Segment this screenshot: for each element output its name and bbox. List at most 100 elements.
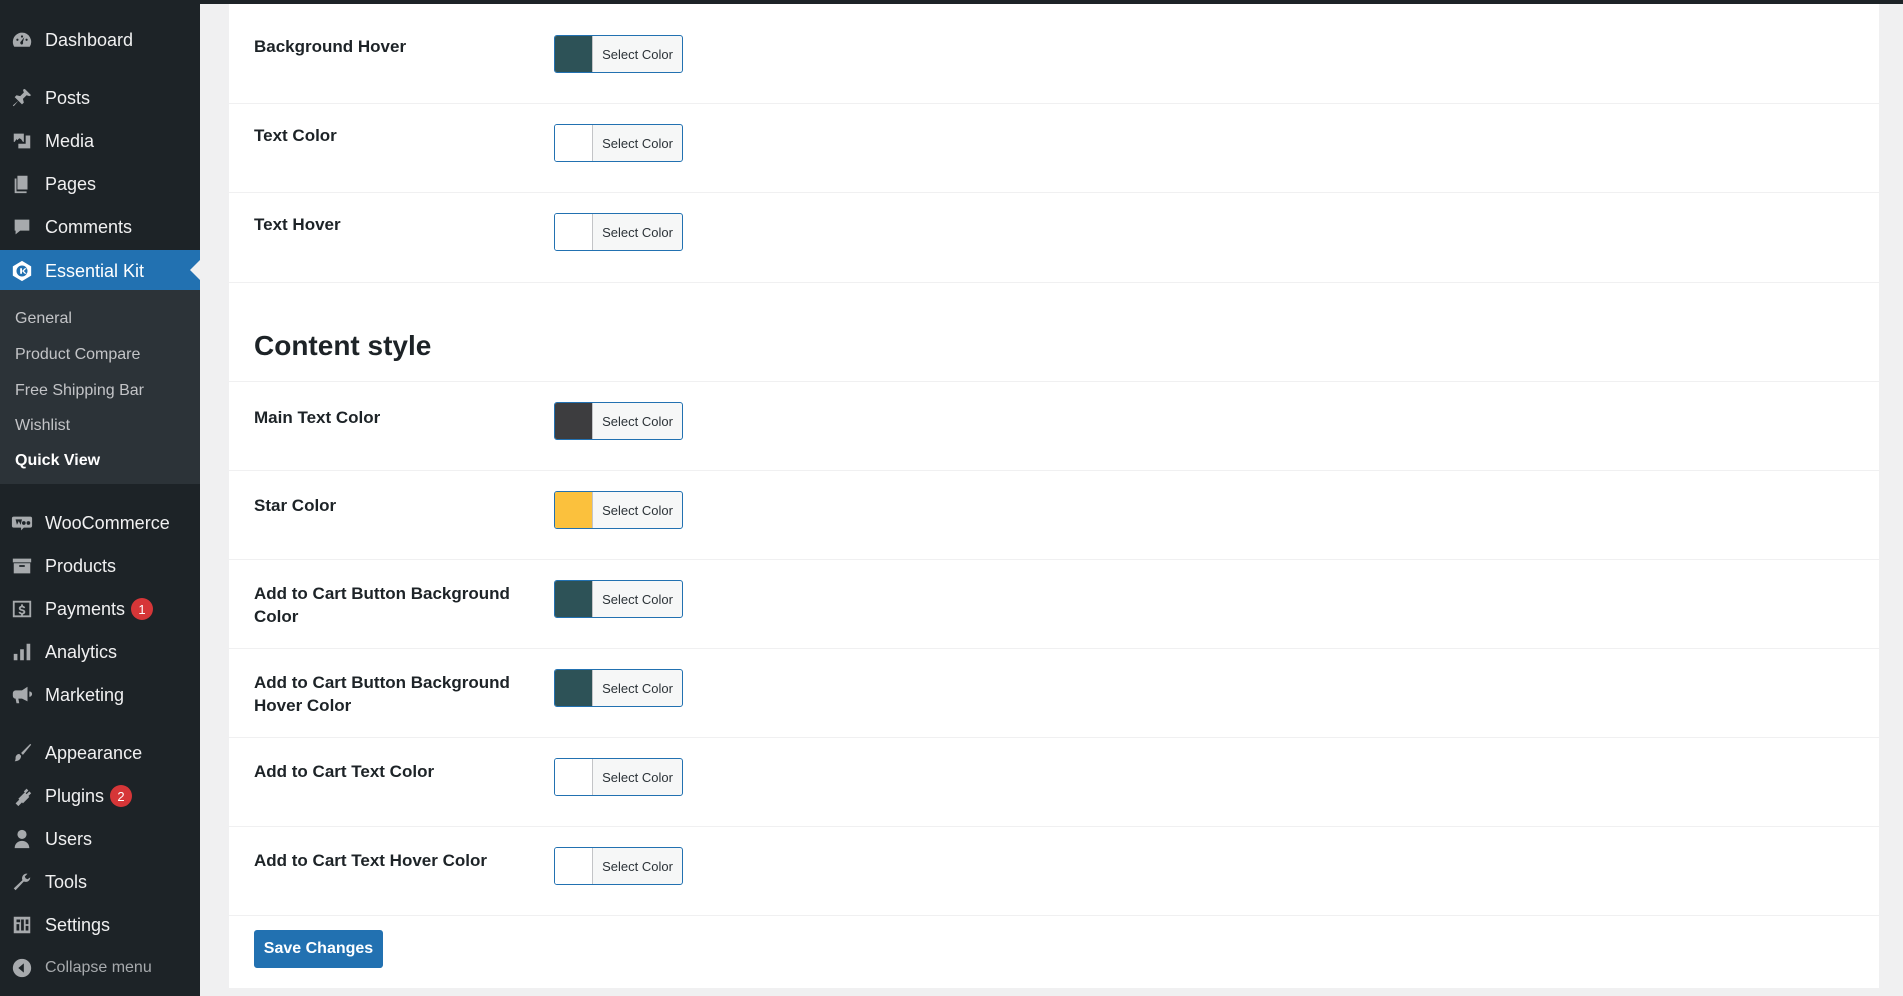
select-color-label: Select Color bbox=[602, 591, 673, 607]
star-color-picker[interactable]: Select Color bbox=[554, 491, 683, 529]
setting-row: Add to Cart Text Hover Color Select Colo… bbox=[229, 827, 1879, 916]
menu-plugins[interactable]: Plugins 2 bbox=[0, 776, 200, 816]
menu-appearance[interactable]: Appearance bbox=[0, 733, 200, 773]
bar-chart-icon bbox=[10, 640, 34, 664]
select-color-label: Select Color bbox=[602, 858, 673, 874]
submenu-general[interactable]: General bbox=[15, 310, 72, 328]
menu-tools[interactable]: Tools bbox=[0, 862, 200, 902]
payments-count-badge: 1 bbox=[131, 598, 154, 620]
menu-label: Posts bbox=[45, 87, 91, 108]
menu-media[interactable]: Media bbox=[0, 121, 200, 161]
menu-analytics[interactable]: Analytics bbox=[0, 632, 200, 672]
menu-products[interactable]: Products bbox=[0, 546, 200, 586]
background-hover-color-picker[interactable]: Select Color bbox=[554, 35, 683, 73]
add-to-cart-bg-color-picker[interactable]: Select Color bbox=[554, 580, 683, 618]
select-color-label: Select Color bbox=[602, 46, 673, 62]
main-text-color-picker[interactable]: Select Color bbox=[554, 402, 683, 440]
color-swatch bbox=[555, 670, 593, 706]
woo-icon bbox=[10, 511, 34, 535]
menu-label: Analytics bbox=[45, 641, 118, 662]
color-swatch bbox=[555, 848, 593, 884]
essential-kit-icon bbox=[10, 259, 34, 283]
menu-label: Plugins bbox=[45, 785, 105, 806]
settings-icon bbox=[10, 913, 34, 937]
setting-row: Add to Cart Button Background Hover Colo… bbox=[229, 649, 1879, 738]
menu-label: Marketing bbox=[45, 684, 125, 705]
collapse-arrow-icon bbox=[10, 956, 34, 980]
menu-settings[interactable]: Settings bbox=[0, 905, 200, 945]
menu-dashboard[interactable]: Dashboard bbox=[0, 20, 200, 60]
setting-label: Add to Cart Button Background Hover Colo… bbox=[254, 673, 510, 715]
setting-row: Add to Cart Text Color Select Color bbox=[229, 738, 1879, 827]
menu-woocommerce[interactable]: WooCommerce bbox=[0, 503, 200, 543]
pin-icon bbox=[10, 86, 34, 110]
menu-label: Products bbox=[45, 555, 117, 576]
quick-view-settings-panel: Background Hover Select Color Text Color… bbox=[229, 4, 1879, 988]
setting-label: Background Hover bbox=[254, 37, 407, 56]
color-swatch bbox=[555, 214, 593, 250]
submenu-free-shipping-bar[interactable]: Free Shipping Bar bbox=[15, 382, 144, 400]
setting-row: Star Color Select Color bbox=[229, 471, 1879, 560]
plug-icon bbox=[10, 784, 34, 808]
select-color-label: Select Color bbox=[602, 224, 673, 240]
collapse-menu-button[interactable]: Collapse menu bbox=[0, 948, 200, 988]
menu-label: Tools bbox=[45, 871, 88, 892]
menu-label: Dashboard bbox=[45, 29, 134, 50]
add-to-cart-text-hover-color-picker[interactable]: Select Color bbox=[554, 847, 683, 885]
text-hover-color-picker[interactable]: Select Color bbox=[554, 213, 683, 251]
submenu-wishlist[interactable]: Wishlist bbox=[15, 417, 70, 435]
setting-row: Text Hover Select Color bbox=[229, 193, 1879, 283]
setting-label: Text Hover bbox=[254, 215, 341, 234]
admin-sidebar: Dashboard Posts Media Pages Comments Ess… bbox=[0, 0, 200, 996]
menu-label: Settings bbox=[45, 914, 111, 935]
menu-label: Media bbox=[45, 130, 95, 151]
menu-essential-kit[interactable]: Essential Kit bbox=[0, 250, 200, 292]
color-swatch bbox=[555, 125, 593, 161]
menu-posts[interactable]: Posts bbox=[0, 78, 200, 118]
text-color-picker[interactable]: Select Color bbox=[554, 124, 683, 162]
color-swatch bbox=[555, 759, 593, 795]
section-header-row: Content style bbox=[229, 283, 1879, 382]
setting-row: Background Hover Select Color bbox=[229, 4, 1879, 104]
setting-row: Main Text Color Select Color bbox=[229, 382, 1879, 471]
dollar-icon bbox=[10, 597, 34, 621]
select-color-label: Select Color bbox=[602, 413, 673, 429]
select-color-label: Select Color bbox=[602, 769, 673, 785]
menu-payments[interactable]: Payments 1 bbox=[0, 589, 200, 629]
menu-comments[interactable]: Comments bbox=[0, 207, 200, 247]
setting-label: Star Color bbox=[254, 496, 337, 515]
select-color-label: Select Color bbox=[602, 502, 673, 518]
color-swatch bbox=[555, 581, 593, 617]
setting-label: Add to Cart Button Background Color bbox=[254, 584, 510, 626]
add-to-cart-bg-hover-color-picker[interactable]: Select Color bbox=[554, 669, 683, 707]
menu-label: Comments bbox=[45, 216, 133, 237]
dashboard-icon bbox=[10, 28, 34, 52]
plugins-count-badge: 2 bbox=[110, 785, 133, 807]
menu-users[interactable]: Users bbox=[0, 819, 200, 859]
menu-marketing[interactable]: Marketing bbox=[0, 675, 200, 715]
submenu-product-compare[interactable]: Product Compare bbox=[15, 346, 140, 364]
add-to-cart-text-color-picker[interactable]: Select Color bbox=[554, 758, 683, 796]
megaphone-icon bbox=[10, 683, 34, 707]
page-scrollbar[interactable] bbox=[1880, 4, 1903, 996]
pages-icon bbox=[10, 172, 34, 196]
brush-icon bbox=[10, 741, 34, 765]
setting-row: Add to Cart Button Background Color Sele… bbox=[229, 560, 1879, 649]
media-icon bbox=[10, 129, 34, 153]
save-changes-button[interactable]: Save Changes bbox=[254, 930, 383, 968]
menu-label: Payments bbox=[45, 598, 126, 619]
select-color-label: Select Color bbox=[602, 135, 673, 151]
color-swatch bbox=[555, 36, 593, 72]
menu-label: Essential Kit bbox=[45, 260, 145, 281]
essential-kit-submenu: General Product Compare Free Shipping Ba… bbox=[0, 290, 200, 484]
menu-pages[interactable]: Pages bbox=[0, 164, 200, 204]
select-color-label: Select Color bbox=[602, 680, 673, 696]
menu-label: Users bbox=[45, 828, 93, 849]
wrench-icon bbox=[10, 870, 34, 894]
menu-label: Appearance bbox=[45, 742, 143, 763]
setting-label: Text Color bbox=[254, 126, 337, 145]
collapse-menu-label: Collapse menu bbox=[45, 959, 152, 976]
section-title: Content style bbox=[254, 330, 432, 361]
archive-icon bbox=[10, 554, 34, 578]
submenu-quick-view[interactable]: Quick View bbox=[15, 452, 100, 470]
